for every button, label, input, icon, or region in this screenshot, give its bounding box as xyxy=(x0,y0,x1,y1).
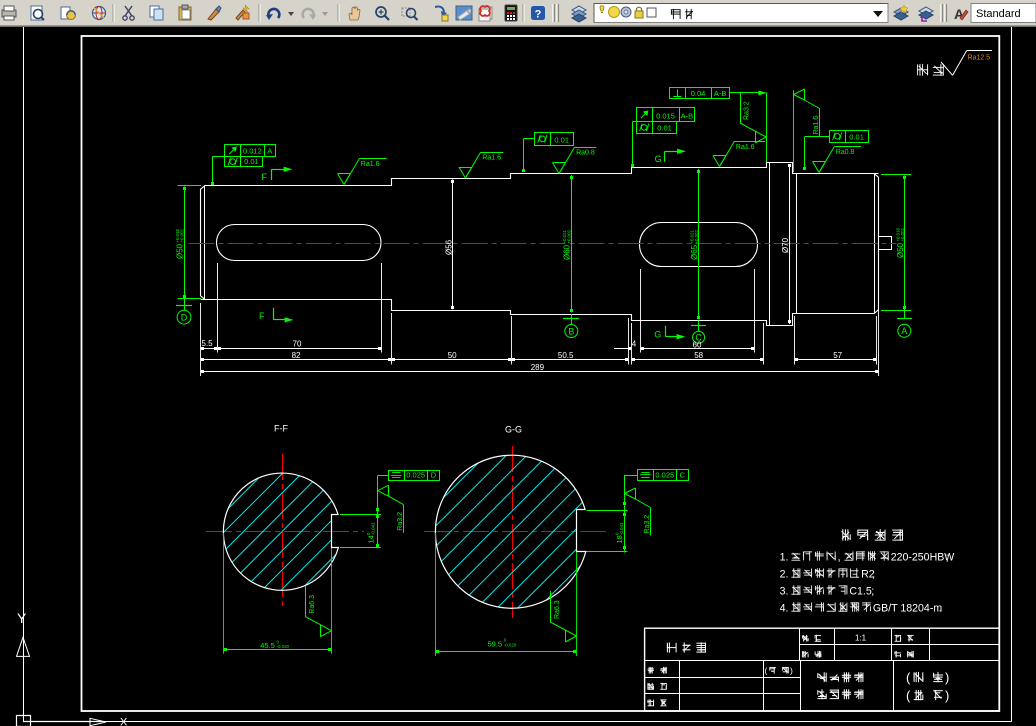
svg-text:Ø50: Ø50 xyxy=(176,243,185,259)
svg-text:-0.020: -0.020 xyxy=(277,644,290,649)
svg-text:70: 70 xyxy=(293,340,302,349)
svg-text:Ra3.2: Ra3.2 xyxy=(397,512,404,531)
svg-text:+0.002: +0.002 xyxy=(179,228,184,242)
svg-text:58: 58 xyxy=(694,351,703,360)
svg-text:0.01: 0.01 xyxy=(244,157,259,166)
svg-text:1:1: 1:1 xyxy=(855,634,867,643)
svg-text:Ra3.2: Ra3.2 xyxy=(744,101,751,120)
svg-text:3.: 3. xyxy=(780,586,789,598)
svg-text:Ø50: Ø50 xyxy=(896,242,905,258)
svg-text:GB/T 18204-m: GB/T 18204-m xyxy=(873,603,942,615)
svg-text:(: ( xyxy=(906,670,911,685)
svg-text:45.5: 45.5 xyxy=(260,641,275,650)
svg-text:Ra1.6: Ra1.6 xyxy=(482,155,501,162)
svg-text:Ø70: Ø70 xyxy=(781,237,790,253)
svg-text:57: 57 xyxy=(833,351,842,360)
svg-text:-0.043: -0.043 xyxy=(371,522,376,535)
svg-text:60: 60 xyxy=(693,341,702,350)
svg-text:289: 289 xyxy=(531,363,545,372)
svg-text:2.: 2. xyxy=(780,569,789,581)
svg-text:A-B: A-B xyxy=(714,89,727,98)
svg-text:,: , xyxy=(838,552,841,564)
svg-text:0.012: 0.012 xyxy=(243,147,262,156)
svg-text:Ra3.2: Ra3.2 xyxy=(644,515,651,534)
svg-text:(: ( xyxy=(765,666,768,676)
svg-text:0.015: 0.015 xyxy=(656,112,675,121)
svg-text:+0.002: +0.002 xyxy=(566,229,571,243)
svg-text:Ra1.6: Ra1.6 xyxy=(361,161,380,168)
svg-text:Ra1.6: Ra1.6 xyxy=(813,116,820,135)
svg-text:18: 18 xyxy=(615,535,624,543)
svg-text:0.01: 0.01 xyxy=(554,135,569,144)
svg-text:Ø65: Ø65 xyxy=(690,244,699,260)
svg-text:Ra6.3: Ra6.3 xyxy=(309,595,316,614)
svg-text:0.025: 0.025 xyxy=(406,470,425,479)
svg-text:+0.002: +0.002 xyxy=(900,227,905,241)
svg-text:A: A xyxy=(267,147,272,156)
svg-text:50.5: 50.5 xyxy=(558,351,574,360)
svg-text:0.01: 0.01 xyxy=(657,124,672,133)
svg-text:B: B xyxy=(568,326,574,336)
svg-text:): ) xyxy=(945,670,949,685)
svg-text:;: ; xyxy=(872,569,875,581)
svg-text:50: 50 xyxy=(448,351,457,360)
svg-text:0.04: 0.04 xyxy=(691,89,706,98)
svg-text:-0.020: -0.020 xyxy=(504,642,517,647)
svg-text:): ) xyxy=(790,666,793,676)
svg-text:G-G: G-G xyxy=(505,425,522,435)
svg-text:14: 14 xyxy=(367,535,376,543)
svg-text:Standard: Standard xyxy=(976,8,1021,20)
svg-text:G: G xyxy=(655,154,662,164)
svg-text:Ra0.8: Ra0.8 xyxy=(836,149,855,156)
svg-text:82: 82 xyxy=(292,351,301,360)
svg-text:?: ? xyxy=(535,9,542,21)
svg-text:;: ; xyxy=(871,586,874,598)
svg-text:Ø60: Ø60 xyxy=(563,244,572,260)
svg-text:0.025: 0.025 xyxy=(655,470,674,479)
svg-text:D: D xyxy=(431,470,437,479)
svg-text:Ra6.3: Ra6.3 xyxy=(554,600,561,619)
svg-text:0.01: 0.01 xyxy=(849,133,864,142)
svg-text:Ra0.8: Ra0.8 xyxy=(576,150,595,157)
svg-text:;: ; xyxy=(946,552,949,564)
svg-text:Y: Y xyxy=(17,610,27,626)
svg-text:4: 4 xyxy=(632,339,637,348)
svg-text:4.: 4. xyxy=(780,603,789,615)
svg-text:F: F xyxy=(259,311,265,321)
svg-text:C1.5: C1.5 xyxy=(849,586,871,598)
svg-text:.: . xyxy=(939,603,942,615)
svg-text:(: ( xyxy=(906,688,911,703)
svg-text:59.5: 59.5 xyxy=(488,639,503,648)
svg-text:C: C xyxy=(680,470,686,479)
svg-text:F: F xyxy=(262,172,268,182)
svg-text:X: X xyxy=(120,717,128,726)
svg-text:A-B: A-B xyxy=(681,112,694,121)
svg-text:Ø56: Ø56 xyxy=(445,239,454,255)
svg-text:Ra12.5: Ra12.5 xyxy=(968,55,991,62)
svg-text:5.5: 5.5 xyxy=(202,339,214,348)
svg-text:Ra1.6: Ra1.6 xyxy=(736,144,755,151)
svg-text:F-F: F-F xyxy=(274,424,288,434)
svg-text:-0.043: -0.043 xyxy=(619,522,624,535)
svg-text:A: A xyxy=(901,326,907,336)
svg-text:): ) xyxy=(945,688,949,703)
svg-text:1.: 1. xyxy=(780,552,789,564)
svg-text:D: D xyxy=(181,313,188,323)
svg-text:G: G xyxy=(654,329,661,339)
svg-text:+0.002: +0.002 xyxy=(694,229,699,243)
